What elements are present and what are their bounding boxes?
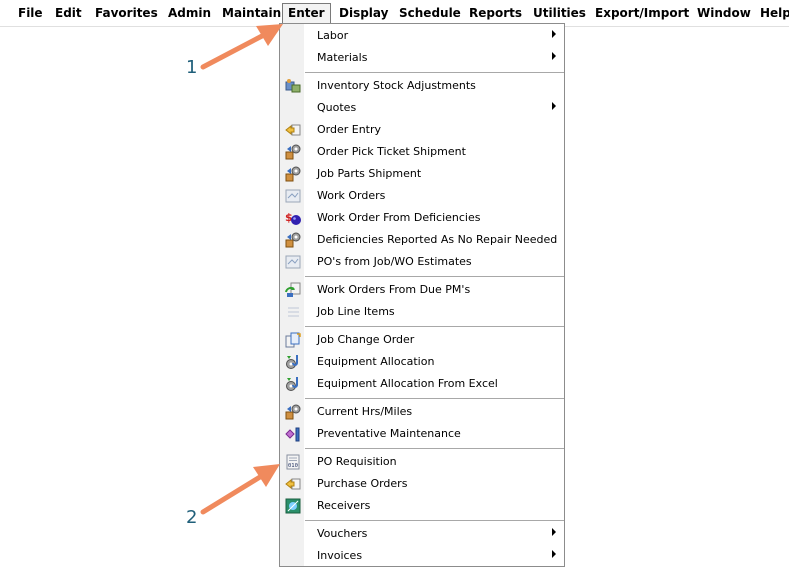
menu-item-label: Vouchers bbox=[317, 527, 368, 540]
submenu-arrow-icon bbox=[552, 30, 556, 38]
equipment-icon bbox=[286, 377, 298, 391]
menu-item-quotes[interactable]: Quotes bbox=[280, 97, 564, 119]
menu-item-label: Equipment Allocation From Excel bbox=[317, 377, 498, 390]
menu-item-equipment-allocation-from-excel[interactable]: Equipment Allocation From Excel bbox=[280, 373, 564, 395]
menu-separator bbox=[305, 520, 564, 521]
menu-item-purchase-orders[interactable]: Purchase Orders bbox=[280, 473, 564, 495]
menu-favorites[interactable]: Favorites bbox=[93, 4, 160, 22]
menu-item-receivers[interactable]: Receivers bbox=[280, 495, 564, 517]
menu-maintain[interactable]: Maintain bbox=[220, 4, 283, 22]
annotation-number-2: 2 bbox=[186, 507, 198, 528]
deficiency-icon: $ bbox=[285, 211, 301, 225]
change-order-icon bbox=[285, 332, 301, 348]
work-order-icon bbox=[285, 255, 301, 269]
menu-separator bbox=[305, 276, 564, 277]
menu-separator bbox=[305, 72, 564, 73]
menu-item-label: Current Hrs/Miles bbox=[317, 405, 413, 418]
menu-item-vouchers[interactable]: Vouchers bbox=[280, 523, 564, 545]
equipment-icon bbox=[286, 355, 298, 369]
menu-separator bbox=[305, 326, 564, 327]
menu-item-label: Work Orders From Due PM's bbox=[317, 283, 471, 296]
menu-item-label: Order Pick Ticket Shipment bbox=[317, 145, 466, 158]
menu-item-label: Inventory Stock Adjustments bbox=[317, 79, 476, 92]
menu-item-pos-from-estimates[interactable]: PO's from Job/WO Estimates bbox=[280, 251, 564, 273]
menu-item-preventative-maintenance[interactable]: Preventative Maintenance bbox=[280, 423, 564, 445]
menu-utilities[interactable]: Utilities bbox=[531, 4, 588, 22]
menu-item-work-order-from-deficiencies[interactable]: $ Work Order From Deficiencies bbox=[280, 207, 564, 229]
menu-item-labor[interactable]: Labor bbox=[280, 25, 564, 47]
menu-item-work-orders[interactable]: Work Orders bbox=[280, 185, 564, 207]
order-entry-icon bbox=[285, 478, 301, 490]
menu-item-label: Job Change Order bbox=[317, 333, 415, 346]
shipment-gear-icon bbox=[285, 144, 301, 160]
menu-file[interactable]: File bbox=[16, 4, 45, 22]
enter-dropdown-menu: Labor Materials Inventory Stock Adjustme… bbox=[279, 23, 565, 567]
menu-item-label: Work Orders bbox=[317, 189, 386, 202]
menu-item-label: Invoices bbox=[317, 549, 363, 562]
shipment-gear-icon bbox=[285, 166, 301, 182]
annotation-number-1: 1 bbox=[186, 57, 198, 78]
work-order-icon bbox=[285, 189, 301, 203]
menu-item-order-entry[interactable]: Order Entry bbox=[280, 119, 564, 141]
menu-enter[interactable]: Enter bbox=[282, 3, 331, 23]
inventory-icon bbox=[285, 79, 301, 93]
menu-window[interactable]: Window bbox=[695, 4, 753, 22]
line-items-icon bbox=[288, 307, 299, 317]
menu-item-label: Materials bbox=[317, 51, 368, 64]
menu-item-label: Job Line Items bbox=[317, 305, 395, 318]
menu-item-label: Order Entry bbox=[317, 123, 382, 136]
menu-item-materials[interactable]: Materials bbox=[280, 47, 564, 69]
submenu-arrow-icon bbox=[552, 550, 556, 558]
menu-item-label: Deficiencies Reported As No Repair Neede… bbox=[317, 233, 558, 246]
menu-item-label: Work Order From Deficiencies bbox=[317, 211, 481, 224]
pm-icon bbox=[285, 427, 300, 442]
due-pm-icon bbox=[285, 282, 301, 297]
svg-text:010: 010 bbox=[288, 463, 298, 469]
menu-item-work-orders-from-due-pms[interactable]: Work Orders From Due PM's bbox=[280, 279, 564, 301]
menu-item-equipment-allocation[interactable]: Equipment Allocation bbox=[280, 351, 564, 373]
menu-item-label: PO Requisition bbox=[317, 455, 397, 468]
menu-item-label: Purchase Orders bbox=[317, 477, 408, 490]
menu-reports[interactable]: Reports bbox=[467, 4, 524, 22]
menu-item-invoices[interactable]: Invoices bbox=[280, 545, 564, 567]
annotation-arrow-2 bbox=[200, 464, 280, 515]
receivers-icon bbox=[285, 498, 301, 514]
submenu-arrow-icon bbox=[552, 102, 556, 110]
menu-separator bbox=[305, 448, 564, 449]
menu-item-label: Preventative Maintenance bbox=[317, 427, 461, 440]
menu-admin[interactable]: Admin bbox=[166, 4, 213, 22]
menu-schedule[interactable]: Schedule bbox=[397, 4, 463, 22]
shipment-gear-icon bbox=[285, 404, 301, 420]
menu-help[interactable]: Help bbox=[758, 4, 789, 22]
menu-item-label: Receivers bbox=[317, 499, 371, 512]
menu-export-import[interactable]: Export/Import bbox=[593, 4, 691, 22]
po-requisition-icon: 010 bbox=[286, 454, 300, 470]
order-entry-icon bbox=[285, 124, 301, 136]
menu-item-label: Equipment Allocation bbox=[317, 355, 435, 368]
menu-display[interactable]: Display bbox=[337, 4, 390, 22]
submenu-arrow-icon bbox=[552, 52, 556, 60]
annotation-arrow-1 bbox=[200, 24, 283, 70]
menu-item-job-line-items[interactable]: Job Line Items bbox=[280, 301, 564, 323]
menu-item-po-requisition[interactable]: 010 PO Requisition bbox=[280, 451, 564, 473]
menu-item-label: Quotes bbox=[317, 101, 357, 114]
menu-item-job-change-order[interactable]: Job Change Order bbox=[280, 329, 564, 351]
menu-edit[interactable]: Edit bbox=[53, 4, 84, 22]
menu-item-job-parts-shipment[interactable]: Job Parts Shipment bbox=[280, 163, 564, 185]
menu-item-deficiencies-no-repair[interactable]: Deficiencies Reported As No Repair Neede… bbox=[280, 229, 564, 251]
menu-item-current-hrs-miles[interactable]: Current Hrs/Miles bbox=[280, 401, 564, 423]
menu-item-inventory-stock-adjustments[interactable]: Inventory Stock Adjustments bbox=[280, 75, 564, 97]
submenu-arrow-icon bbox=[552, 528, 556, 536]
menu-item-label: Labor bbox=[317, 29, 349, 42]
menu-item-label: Job Parts Shipment bbox=[317, 167, 422, 180]
menu-separator bbox=[305, 398, 564, 399]
menu-item-label: PO's from Job/WO Estimates bbox=[317, 255, 472, 268]
menu-item-order-pick-ticket-shipment[interactable]: Order Pick Ticket Shipment bbox=[280, 141, 564, 163]
shipment-gear-icon bbox=[285, 232, 301, 248]
